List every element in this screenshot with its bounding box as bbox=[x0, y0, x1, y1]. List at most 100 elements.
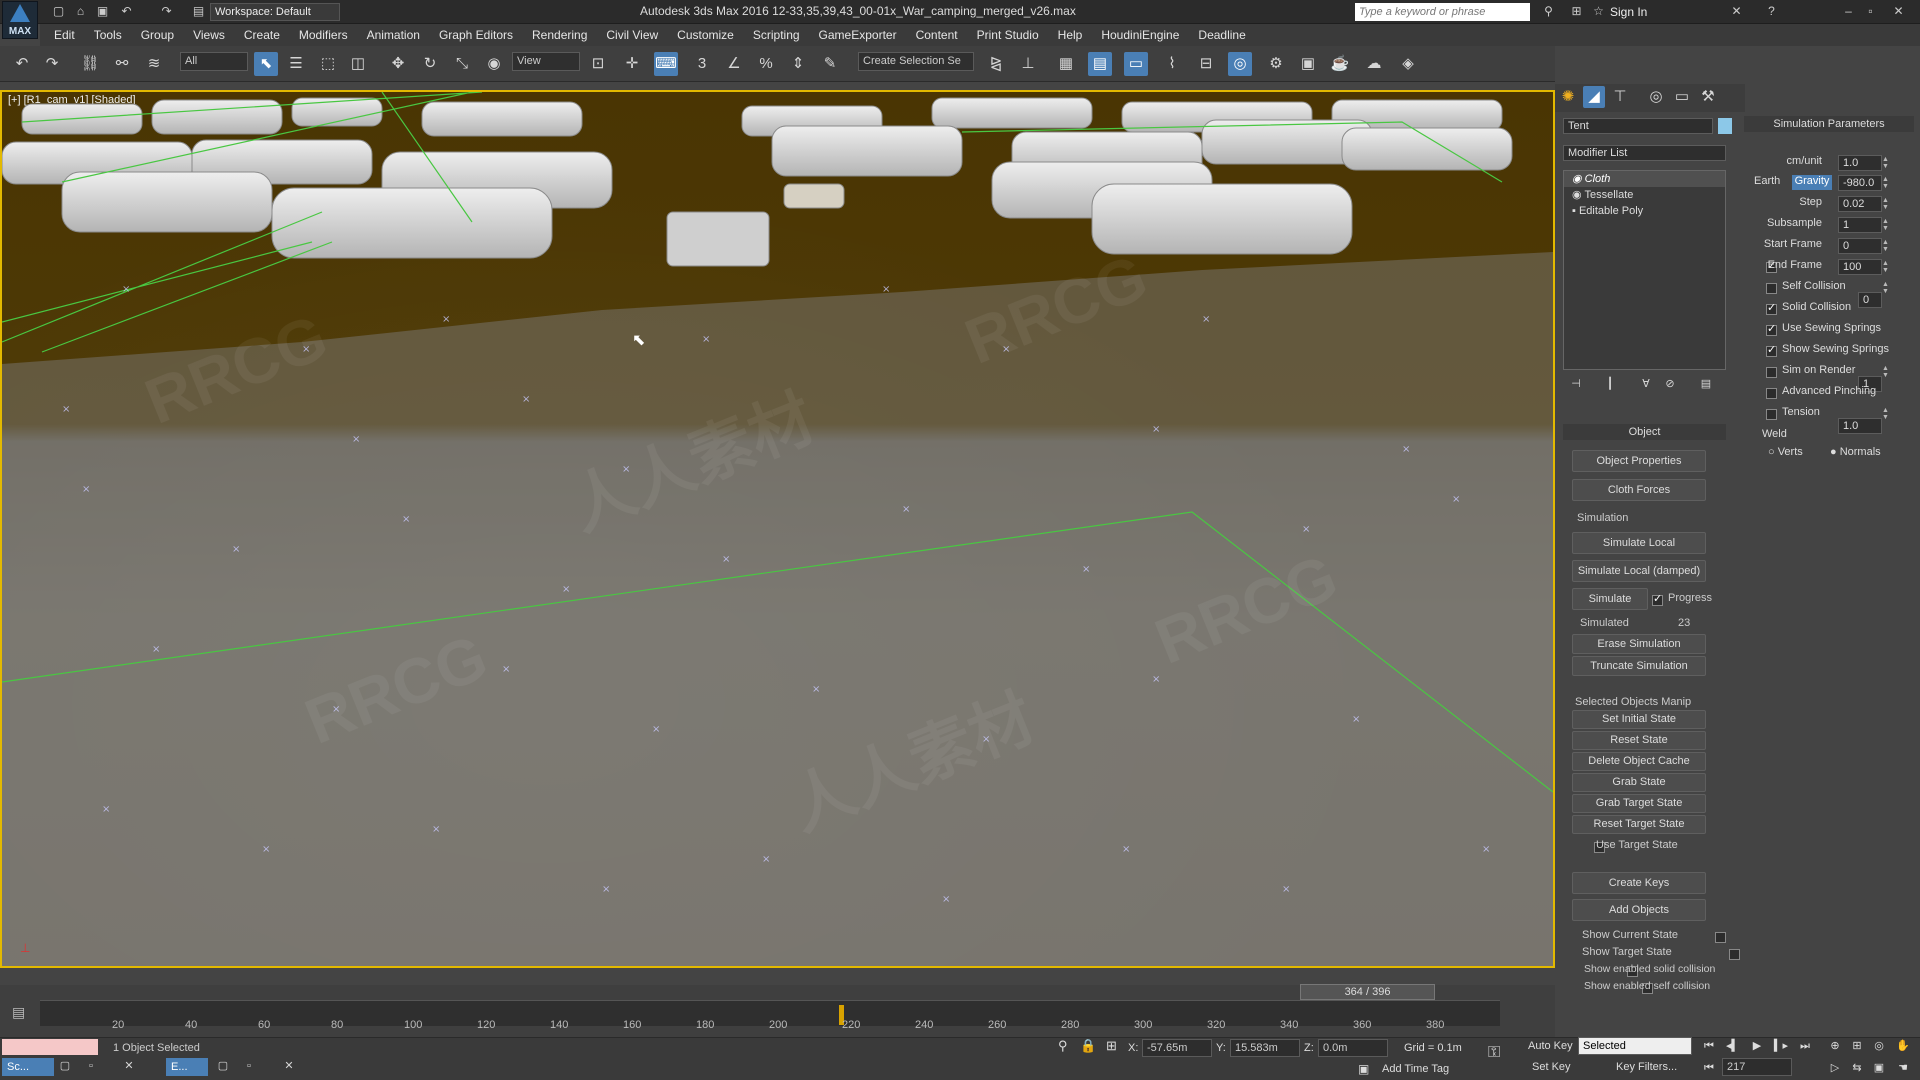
signin-link[interactable]: Sign In bbox=[1610, 5, 1647, 19]
maxscript-listener[interactable] bbox=[2, 1039, 98, 1055]
rect-selection-icon[interactable]: ⬚ bbox=[316, 52, 340, 76]
show-target-state-checkbox[interactable] bbox=[1729, 949, 1741, 961]
object-name-field[interactable]: Tent bbox=[1563, 118, 1713, 134]
subsample-field[interactable]: 1 bbox=[1838, 217, 1882, 233]
object-color-swatch[interactable] bbox=[1718, 118, 1732, 134]
material-editor-icon[interactable]: ◎ bbox=[1228, 52, 1252, 76]
hand-icon[interactable]: ☚ bbox=[1894, 1060, 1912, 1076]
exchange-icon[interactable]: ✕ bbox=[1728, 3, 1745, 20]
solid-collision-checkbox[interactable] bbox=[1766, 301, 1777, 315]
spinner-icon[interactable]: ▲ ▼ bbox=[1882, 156, 1890, 170]
snap-toggle-icon[interactable]: 3 bbox=[690, 52, 714, 76]
menu-tools[interactable]: Tools bbox=[94, 28, 122, 42]
curve-editor-icon[interactable]: ⌇ bbox=[1160, 52, 1184, 76]
close-icon[interactable]: ✕ bbox=[280, 1057, 298, 1075]
menu-edit[interactable]: Edit bbox=[54, 28, 75, 42]
auto-key-button[interactable]: Auto Key bbox=[1528, 1040, 1573, 1052]
create-keys-button[interactable]: Create Keys bbox=[1572, 872, 1706, 894]
ribbon-icon[interactable]: ▭ bbox=[1124, 52, 1148, 76]
add-objects-button[interactable]: Add Objects bbox=[1572, 899, 1706, 921]
select-manipulate-icon[interactable]: ✛ bbox=[620, 52, 644, 76]
spinner-snap-icon[interactable]: ⇕ bbox=[786, 52, 810, 76]
taskbar-tab-editor[interactable]: E... bbox=[166, 1058, 208, 1076]
render-online-icon[interactable]: ☁ bbox=[1362, 52, 1386, 76]
spinner-icon[interactable]: ▲ ▼ bbox=[1882, 218, 1890, 232]
modifier-list-dropdown[interactable]: Modifier List bbox=[1563, 145, 1726, 161]
spinner-icon[interactable]: ▲ ▼ bbox=[1882, 260, 1890, 274]
maximize-icon[interactable]: ▫ bbox=[240, 1057, 258, 1075]
select-object-icon[interactable]: ⬉ bbox=[254, 52, 278, 76]
cm-unit-field[interactable]: 1.0 bbox=[1838, 155, 1882, 171]
window-crossing-icon[interactable]: ◫ bbox=[346, 52, 370, 76]
x-coordinate-field[interactable]: -57.65m bbox=[1142, 1039, 1212, 1057]
z-coordinate-field[interactable]: 0.0m bbox=[1318, 1039, 1388, 1057]
current-frame-field[interactable]: 217 bbox=[1722, 1058, 1792, 1076]
close-window-icon[interactable]: ✕ bbox=[1890, 3, 1907, 20]
set-initial-state-button[interactable]: Set Initial State bbox=[1572, 710, 1706, 729]
layer-explorer-icon[interactable]: ▦ bbox=[1054, 52, 1078, 76]
remove-modifier-icon[interactable]: ⊘ bbox=[1660, 374, 1680, 394]
key-icon[interactable]: ⚿ bbox=[1488, 1044, 1500, 1062]
modifier-cloth[interactable]: ◉ Cloth bbox=[1564, 171, 1725, 187]
named-selection-dropdown[interactable]: Create Selection Se bbox=[858, 52, 974, 71]
go-to-end-icon[interactable]: ⏭ bbox=[1796, 1038, 1814, 1054]
menu-customize[interactable]: Customize bbox=[677, 28, 734, 42]
spinner-icon[interactable]: ▲ ▼ bbox=[1882, 407, 1890, 421]
menu-views[interactable]: Views bbox=[193, 28, 225, 42]
menu-deadline[interactable]: Deadline bbox=[1198, 28, 1245, 42]
reset-state-button[interactable]: Reset State bbox=[1572, 731, 1706, 750]
eye-icon[interactable]: ◉ bbox=[1572, 173, 1585, 185]
menu-create[interactable]: Create bbox=[244, 28, 280, 42]
menu-gameexporter[interactable]: GameExporter bbox=[819, 28, 897, 42]
key-mode-dropdown[interactable]: Selected bbox=[1578, 1037, 1692, 1055]
edit-named-selection-icon[interactable]: ✎ bbox=[818, 52, 842, 76]
show-end-result-icon[interactable]: ┃ bbox=[1600, 374, 1620, 394]
menu-modifiers[interactable]: Modifiers bbox=[299, 28, 348, 42]
place-icon[interactable]: ◉ bbox=[482, 52, 506, 76]
save-file-icon[interactable]: ▣ bbox=[94, 3, 111, 20]
reset-target-state-button[interactable]: Reset Target State bbox=[1572, 815, 1706, 834]
scene-explorer-icon[interactable]: ▤ bbox=[1088, 52, 1112, 76]
spinner-icon[interactable]: ▲ ▼ bbox=[1882, 176, 1890, 190]
object-properties-button[interactable]: Object Properties bbox=[1572, 450, 1706, 472]
advanced-pinching-checkbox[interactable] bbox=[1766, 387, 1777, 399]
mini-curve-editor-icon[interactable]: ▤ bbox=[12, 1004, 25, 1021]
selection-filter-dropdown[interactable]: All bbox=[180, 52, 248, 71]
zoom-all-icon[interactable]: ⊞ bbox=[1848, 1038, 1866, 1054]
new-file-icon[interactable]: ▢ bbox=[50, 3, 67, 20]
undo-icon[interactable]: ↶ bbox=[10, 52, 34, 76]
search-input[interactable]: Type a keyword or phrase bbox=[1355, 3, 1530, 21]
simulate-local-button[interactable]: Simulate Local bbox=[1572, 532, 1706, 554]
menu-rendering[interactable]: Rendering bbox=[532, 28, 587, 42]
sim-params-header[interactable]: Simulation Parameters bbox=[1744, 116, 1914, 132]
normals-radio[interactable]: ● Normals bbox=[1830, 446, 1881, 458]
end-frame-field[interactable]: 100 bbox=[1838, 259, 1882, 275]
orbit-icon[interactable]: ◎ bbox=[1870, 1038, 1888, 1054]
unlink-icon[interactable]: ⚯ bbox=[110, 52, 134, 76]
spinner-icon[interactable]: ▲ ▼ bbox=[1882, 197, 1890, 211]
tension-checkbox[interactable] bbox=[1766, 408, 1777, 420]
key-mode-toggle-icon[interactable]: ⏮ bbox=[1700, 1060, 1718, 1076]
add-time-tag-label[interactable]: Add Time Tag bbox=[1382, 1063, 1449, 1075]
menu-content[interactable]: Content bbox=[916, 28, 958, 42]
eye-icon[interactable]: ◉ bbox=[1572, 189, 1584, 201]
earth-button[interactable]: Earth bbox=[1754, 175, 1780, 187]
step-field[interactable]: 0.02 bbox=[1838, 196, 1882, 212]
cloth-forces-button[interactable]: Cloth Forces bbox=[1572, 479, 1706, 501]
show-sewing-checkbox[interactable] bbox=[1766, 343, 1777, 357]
simulate-button[interactable]: Simulate bbox=[1572, 588, 1648, 610]
utilities-tab-icon[interactable]: ⚒ bbox=[1697, 86, 1719, 108]
percent-snap-icon[interactable]: % bbox=[754, 52, 778, 76]
schematic-view-icon[interactable]: ⊟ bbox=[1194, 52, 1218, 76]
erase-simulation-button[interactable]: Erase Simulation bbox=[1572, 634, 1706, 654]
verts-radio[interactable]: ○ Verts bbox=[1768, 446, 1803, 458]
maximize-viewport-icon[interactable]: ▣ bbox=[1870, 1060, 1888, 1076]
menu-graph-editors[interactable]: Graph Editors bbox=[439, 28, 513, 42]
binoculars-icon[interactable]: ⚲ bbox=[1540, 3, 1557, 20]
taskbar-tab-script[interactable]: Sc... bbox=[2, 1058, 54, 1076]
use-sewing-checkbox[interactable] bbox=[1766, 322, 1777, 336]
favorites-star-icon[interactable]: ☆ bbox=[1590, 3, 1607, 20]
hierarchy-tab-icon[interactable]: ⊤ bbox=[1609, 86, 1631, 108]
make-unique-icon[interactable]: ∀ bbox=[1636, 374, 1656, 394]
close-icon[interactable]: ✕ bbox=[120, 1057, 138, 1075]
